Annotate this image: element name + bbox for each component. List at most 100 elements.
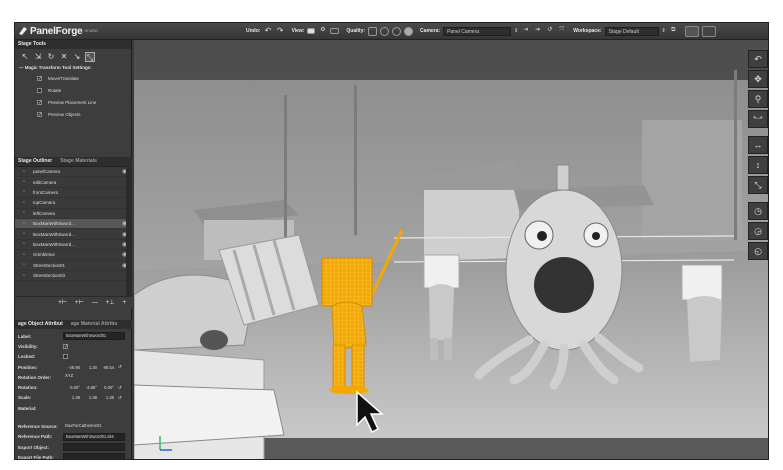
option-checkbox[interactable]: ✓	[37, 75, 42, 81]
outliner-scrollbar[interactable]	[126, 166, 132, 296]
quality-smooth-icon[interactable]	[392, 26, 402, 36]
scale-z[interactable]: 1.38	[97, 395, 114, 400]
object-attributes: age Object Attribut age Material Attribu…	[15, 320, 132, 459]
outliner-item[interactable]: ▫ panelCamera ◉	[15, 167, 132, 178]
position-z[interactable]: 90.54	[97, 365, 114, 370]
add-child-button[interactable]: +⊢	[75, 299, 84, 306]
outliner-list: ▫ panelCamera ◉ ▫ editCamera ▫ frontCamera ▫ top…	[15, 166, 132, 296]
scale-tool-icon[interactable]: ✕	[59, 52, 69, 62]
remove-button[interactable]: —	[92, 300, 98, 306]
layout-icon[interactable]: ⧉	[669, 27, 678, 36]
option-checkbox[interactable]	[37, 87, 42, 93]
move-tool-icon[interactable]: ⇲	[33, 52, 43, 62]
magic-transform-tool-icon[interactable]: ⤡	[85, 52, 95, 62]
move-x-icon[interactable]: ↔	[748, 136, 768, 154]
redo-icon[interactable]: ↷	[275, 26, 284, 36]
camera-prev-icon[interactable]: ⇥	[521, 27, 530, 36]
scale-x[interactable]: 1.38	[63, 395, 80, 400]
option-preview-objects[interactable]: ✓ Preview Objects	[15, 108, 131, 120]
ref-path-field[interactable]: BoxManWithSword01.sks	[63, 432, 125, 441]
rotate-y-icon[interactable]: ◶	[748, 222, 768, 240]
3d-viewport[interactable]: ↶ ✥ ⚲ ⬑⬏ ↔ ↕ ⤡ ◷ ◶ ◵	[134, 40, 769, 460]
quality-render-icon[interactable]	[404, 26, 414, 36]
rotation-y[interactable]: -3.66°	[80, 385, 97, 390]
option-preview-placement-line[interactable]: ✓ Preview Placement Line	[15, 96, 131, 108]
outliner-item-label: panelCamera	[33, 169, 61, 175]
outliner-item[interactable]: ▫ BoxManWithSword... ◉	[15, 240, 132, 251]
move-z-icon[interactable]: ⤡	[748, 176, 768, 194]
workspace-select[interactable]: Stage Default	[604, 26, 659, 36]
reset-camera-icon[interactable]: ↺	[545, 27, 554, 36]
outliner-item-icon: ▫	[22, 251, 26, 258]
fit-camera-icon[interactable]: ⤧	[557, 27, 566, 36]
quality-wire-icon[interactable]	[368, 26, 378, 36]
position-x[interactable]: -46.90	[63, 365, 80, 370]
rotate-z-icon[interactable]: ◵	[748, 242, 768, 260]
add-group-button[interactable]: +⊢	[58, 299, 67, 306]
attr-visibility-row: Visibility: ✓	[15, 341, 132, 351]
camera-frame-icon[interactable]: ⬑⬏	[748, 110, 768, 128]
outliner-item[interactable]: ▫ BoxManWithSword... ◉	[15, 218, 132, 230]
tab-stage-materials[interactable]: Stage Materials	[60, 157, 97, 166]
outliner-item[interactable]: ▫ frontCamera	[15, 188, 132, 199]
scene-render[interactable]	[134, 40, 769, 460]
app-window: PanelForge STUDIO Undo: ↶ ↷ View: ⚙ Qual…	[14, 22, 769, 460]
camera-select[interactable]: Panel Camera	[443, 26, 512, 36]
camera-orbit-icon[interactable]: ↶	[748, 50, 768, 68]
scale-label: Scale:	[18, 395, 32, 401]
gear-icon[interactable]: ⚙	[318, 27, 327, 36]
label-field[interactable]: BoxManWithSword01	[63, 332, 125, 341]
camera-select-spinner[interactable]: ⇕	[514, 28, 518, 34]
export-object-field[interactable]	[63, 443, 125, 452]
visibility-checkbox[interactable]: ✓	[63, 343, 68, 349]
workspace-select-spinner[interactable]: ⇕	[662, 28, 666, 34]
camera-next-icon[interactable]: ➔	[533, 27, 542, 36]
frame-icon[interactable]	[330, 28, 340, 34]
position-y[interactable]: 1.20	[80, 365, 97, 370]
rotation-order-select[interactable]: XYZ	[63, 373, 91, 381]
rotate-tool-icon[interactable]: ↻	[46, 52, 56, 62]
app-name: PanelForge	[30, 25, 83, 37]
export-path-field[interactable]	[63, 453, 125, 459]
outliner-item-label: leftCamera	[33, 210, 56, 216]
option-move-translate[interactable]: ✓ Move/Translate	[15, 72, 131, 84]
outliner-item[interactable]: ▫ StreetSection01 ◉	[15, 261, 132, 271]
outliner-item[interactable]: ▫ StreetSection03	[15, 271, 132, 282]
move-y-icon[interactable]: ↕	[748, 156, 768, 174]
add-button[interactable]: +	[122, 300, 126, 306]
attr-material-row: Material:	[15, 403, 132, 413]
locked-checkbox[interactable]	[63, 354, 68, 360]
option-checkbox[interactable]: ✓	[37, 99, 42, 105]
quality-flat-icon[interactable]	[380, 26, 390, 36]
ref-source-select[interactable]: DaxForCatherine01	[63, 423, 125, 431]
camera-pan-icon[interactable]: ✥	[748, 70, 768, 88]
option-checkbox[interactable]: ✓	[37, 111, 42, 117]
scale-y[interactable]: 1.38	[80, 395, 97, 400]
tab-stage-outliner[interactable]: Stage Outliner	[18, 157, 52, 166]
workspace-label: Workspace:	[573, 28, 602, 34]
tab-object-attributes[interactable]: age Object Attribut	[18, 320, 63, 329]
view-mode-icon[interactable]	[307, 28, 316, 34]
reset-scale-icon[interactable]: ↺	[118, 395, 122, 401]
outliner-item[interactable]: ▫ BoxManWithSword... ◉	[15, 229, 132, 240]
camera-zoom-icon[interactable]: ⚲	[748, 90, 768, 108]
camera-label: Camera:	[420, 28, 441, 34]
outliner-item[interactable]: ▫ leftCamera	[15, 209, 132, 219]
add-ground-button[interactable]: +⊥	[106, 299, 115, 306]
rotation-x[interactable]: 0.00°	[63, 385, 80, 390]
reset-rotation-icon[interactable]: ↺	[118, 385, 122, 391]
panel-view-button[interactable]	[701, 25, 716, 37]
stage-tools-title: Stage Tools	[18, 41, 46, 47]
outliner-item[interactable]: ▫ Grimbletus ◉	[15, 250, 132, 261]
camera-view-button[interactable]	[684, 25, 699, 37]
reset-position-icon[interactable]: ↺	[118, 364, 122, 370]
rotation-z[interactable]: 0.00°	[97, 385, 114, 390]
tab-material-attributes[interactable]: age Material Attribu	[71, 320, 118, 329]
outliner-item[interactable]: ▫ topCamera	[15, 198, 132, 209]
select-tool-icon[interactable]: ↖	[20, 52, 30, 62]
rotate-x-icon[interactable]: ◷	[748, 202, 768, 220]
option-rotate[interactable]: Rotate	[15, 84, 131, 96]
outliner-item[interactable]: ▫ editCamera	[15, 177, 132, 188]
undo-icon[interactable]: ↶	[263, 26, 272, 36]
magic-tool-icon[interactable]: ↘	[72, 52, 82, 62]
